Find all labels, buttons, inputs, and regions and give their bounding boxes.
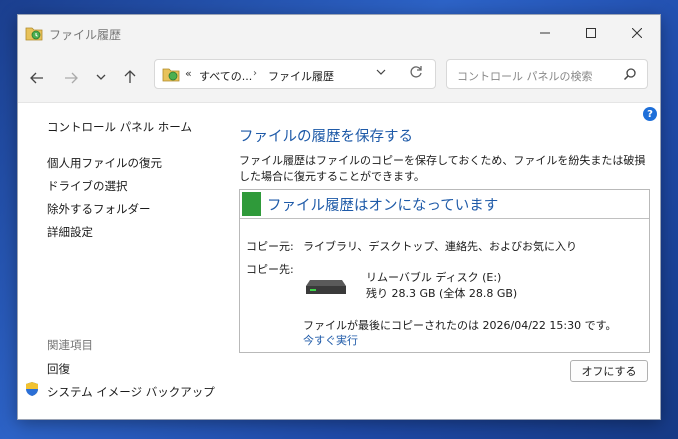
page-description: ファイル履歴はファイルのコピーを保存しておくため、ファイルを紛失または破損した場… xyxy=(239,154,646,183)
breadcrumb-separator[interactable]: › xyxy=(253,68,257,79)
minimize-icon xyxy=(540,32,550,34)
status-panel: ファイル履歴はオンになっています コピー元: ライブラリ、デスクトップ、連絡先、… xyxy=(239,189,650,353)
address-bar[interactable]: « すべての... › ファイル履歴 xyxy=(154,59,436,89)
page-title: ファイルの履歴を保存する xyxy=(239,129,413,145)
chevron-down-icon xyxy=(376,69,386,75)
back-arrow-icon xyxy=(30,72,43,84)
recent-locations-button[interactable] xyxy=(96,71,106,84)
copy-to-label: コピー先: xyxy=(246,263,294,276)
sidebar-item-advanced[interactable]: 詳細設定 xyxy=(47,224,93,240)
refresh-button[interactable] xyxy=(409,65,423,83)
help-icon[interactable]: ? xyxy=(643,107,657,121)
breadcrumb-file-history[interactable]: ファイル履歴 xyxy=(268,68,334,84)
file-history-icon xyxy=(25,27,43,41)
file-history-icon xyxy=(162,68,180,82)
search-input[interactable]: コントロール パネルの検索 xyxy=(457,68,593,84)
close-button[interactable] xyxy=(614,15,660,51)
status-text: ファイル履歴はオンになっています xyxy=(267,198,499,214)
breadcrumb-all-items[interactable]: すべての... xyxy=(199,68,252,84)
run-now-link[interactable]: 今すぐ実行 xyxy=(303,332,358,348)
related-header: 関連項目 xyxy=(47,338,93,352)
window-title: ファイル履歴 xyxy=(49,28,122,42)
related-link-system-image-backup[interactable]: システム イメージ バックアップ xyxy=(47,384,215,400)
turn-off-button[interactable]: オフにする xyxy=(570,360,648,382)
sidebar-item-exclude-folders[interactable]: 除外するフォルダー xyxy=(47,201,151,217)
chevron-down-icon xyxy=(96,74,106,80)
maximize-button[interactable] xyxy=(568,15,614,51)
shield-icon xyxy=(26,382,38,396)
status-divider xyxy=(240,218,649,219)
address-dropdown-button[interactable] xyxy=(376,66,386,79)
related-link-recovery[interactable]: 回復 xyxy=(47,361,70,377)
minimize-button[interactable] xyxy=(522,15,568,51)
forward-button[interactable] xyxy=(64,69,78,88)
close-icon xyxy=(632,28,642,38)
refresh-icon xyxy=(410,66,422,78)
sidebar-item-restore[interactable]: 個人用ファイルの復元 xyxy=(47,155,162,171)
status-indicator xyxy=(242,192,261,216)
sidebar-item-select-drive[interactable]: ドライブの選択 xyxy=(47,178,128,194)
up-button[interactable] xyxy=(124,69,136,88)
up-arrow-icon xyxy=(124,70,136,83)
navigation-bar: « すべての... › ファイル履歴 コントロール パネルの検索 xyxy=(18,51,660,103)
drive-space: 残り 28.3 GB (全体 28.8 GB) xyxy=(366,287,518,300)
address-overflow-chevron[interactable]: « xyxy=(185,67,192,80)
control-panel-home-link[interactable]: コントロール パネル ホーム xyxy=(47,119,192,135)
back-button[interactable] xyxy=(30,69,44,88)
search-box[interactable]: コントロール パネルの検索 xyxy=(446,59,648,89)
forward-arrow-icon xyxy=(65,72,78,84)
maximize-icon xyxy=(586,28,596,38)
title-bar[interactable]: ファイル履歴 xyxy=(18,15,660,51)
drive-icon xyxy=(306,280,346,294)
last-copy-text: ファイルが最後にコピーされたのは 2026/04/22 15:30 です。 xyxy=(303,319,617,332)
drive-name: リムーバブル ディスク (E:) xyxy=(366,271,502,284)
search-icon[interactable] xyxy=(623,67,637,81)
copy-from-label: コピー元: xyxy=(246,240,294,253)
file-history-window: ファイル履歴 « すべての... › ファイル履歴 コントロール パネルの検索 … xyxy=(17,14,661,420)
copy-from-value: ライブラリ、デスクトップ、連絡先、およびお気に入り xyxy=(303,240,578,253)
